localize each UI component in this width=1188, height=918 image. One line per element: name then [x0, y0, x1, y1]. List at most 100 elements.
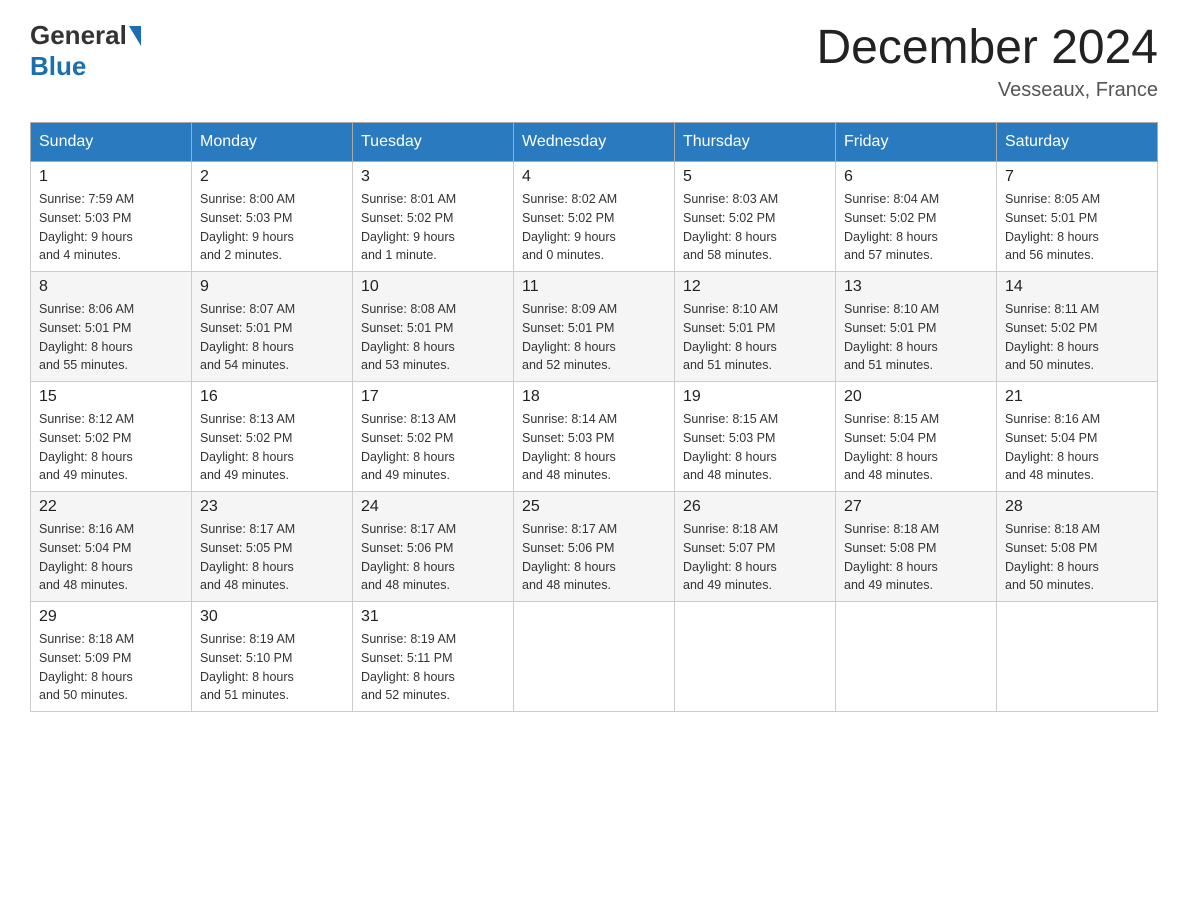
logo: General Blue	[30, 20, 143, 82]
day-info: Sunrise: 8:18 AMSunset: 5:07 PMDaylight:…	[683, 520, 827, 595]
calendar-cell: 14Sunrise: 8:11 AMSunset: 5:02 PMDayligh…	[997, 272, 1158, 382]
day-info: Sunrise: 8:08 AMSunset: 5:01 PMDaylight:…	[361, 300, 505, 375]
calendar-cell: 29Sunrise: 8:18 AMSunset: 5:09 PMDayligh…	[31, 602, 192, 712]
calendar-cell: 6Sunrise: 8:04 AMSunset: 5:02 PMDaylight…	[836, 162, 997, 272]
day-number: 12	[683, 278, 827, 296]
page-header: General Blue December 2024 Vesseaux, Fra…	[30, 20, 1158, 102]
day-info: Sunrise: 8:13 AMSunset: 5:02 PMDaylight:…	[200, 410, 344, 485]
day-info: Sunrise: 8:10 AMSunset: 5:01 PMDaylight:…	[683, 300, 827, 375]
calendar-cell: 20 Sunrise: 8:15 AMSunset: 5:04 PMDayligh…	[836, 382, 997, 492]
calendar-cell: 27 Sunrise: 8:18 AMSunset: 5:08 PMDayligh…	[836, 492, 997, 602]
day-info: Sunrise: 8:02 AMSunset: 5:02 PMDaylight:…	[522, 190, 666, 265]
calendar-cell: 7Sunrise: 8:05 AMSunset: 5:01 PMDaylight…	[997, 162, 1158, 272]
calendar-cell: 13 Sunrise: 8:10 AMSunset: 5:01 PMDayligh…	[836, 272, 997, 382]
calendar-day-header: Monday	[192, 123, 353, 162]
day-number: 21	[1005, 388, 1149, 406]
day-number: 20	[844, 388, 988, 406]
calendar-cell: 22 Sunrise: 8:16 AMSunset: 5:04 PMDayligh…	[31, 492, 192, 602]
calendar-cell: 8Sunrise: 8:06 AMSunset: 5:01 PMDaylight…	[31, 272, 192, 382]
day-number: 11	[522, 278, 666, 296]
calendar-cell: 31 Sunrise: 8:19 AMSunset: 5:11 PMDayligh…	[353, 602, 514, 712]
day-number: 17	[361, 388, 505, 406]
calendar-cell: 11 Sunrise: 8:09 AMSunset: 5:01 PMDayligh…	[514, 272, 675, 382]
calendar-cell: 4 Sunrise: 8:02 AMSunset: 5:02 PMDaylight…	[514, 162, 675, 272]
day-info: Sunrise: 8:17 AMSunset: 5:06 PMDaylight:…	[361, 520, 505, 595]
day-number: 26	[683, 498, 827, 516]
day-number: 28	[1005, 498, 1149, 516]
day-info: Sunrise: 8:12 AMSunset: 5:02 PMDaylight:…	[39, 410, 183, 485]
logo-blue-text: Blue	[30, 51, 86, 81]
day-info: Sunrise: 8:18 AMSunset: 5:08 PMDaylight:…	[844, 520, 988, 595]
day-number: 18	[522, 388, 666, 406]
day-info: Sunrise: 8:09 AMSunset: 5:01 PMDaylight:…	[522, 300, 666, 375]
calendar-cell: 2Sunrise: 8:00 AMSunset: 5:03 PMDaylight…	[192, 162, 353, 272]
day-number: 31	[361, 608, 505, 626]
calendar-table: SundayMondayTuesdayWednesdayThursdayFrid…	[30, 122, 1158, 712]
calendar-cell: 5Sunrise: 8:03 AMSunset: 5:02 PMDaylight…	[675, 162, 836, 272]
day-info: Sunrise: 8:13 AMSunset: 5:02 PMDaylight:…	[361, 410, 505, 485]
calendar-cell: 3 Sunrise: 8:01 AMSunset: 5:02 PMDaylight…	[353, 162, 514, 272]
day-number: 14	[1005, 278, 1149, 296]
calendar-cell: 10Sunrise: 8:08 AMSunset: 5:01 PMDayligh…	[353, 272, 514, 382]
calendar-cell: 19Sunrise: 8:15 AMSunset: 5:03 PMDayligh…	[675, 382, 836, 492]
calendar-day-header: Wednesday	[514, 123, 675, 162]
day-number: 9	[200, 278, 344, 296]
month-year-title: December 2024	[816, 20, 1158, 75]
calendar-cell: 23 Sunrise: 8:17 AMSunset: 5:05 PMDayligh…	[192, 492, 353, 602]
day-info: Sunrise: 8:15 AMSunset: 5:04 PMDaylight:…	[844, 410, 988, 485]
calendar-cell: 17 Sunrise: 8:13 AMSunset: 5:02 PMDayligh…	[353, 382, 514, 492]
day-number: 30	[200, 608, 344, 626]
day-number: 23	[200, 498, 344, 516]
day-info: Sunrise: 8:18 AMSunset: 5:08 PMDaylight:…	[1005, 520, 1149, 595]
day-number: 16	[200, 388, 344, 406]
day-number: 3	[361, 168, 505, 186]
calendar-cell	[514, 602, 675, 712]
calendar-day-header: Saturday	[997, 123, 1158, 162]
day-number: 7	[1005, 168, 1149, 186]
day-info: Sunrise: 8:16 AMSunset: 5:04 PMDaylight:…	[39, 520, 183, 595]
day-info: Sunrise: 8:07 AMSunset: 5:01 PMDaylight:…	[200, 300, 344, 375]
day-number: 24	[361, 498, 505, 516]
day-number: 4	[522, 168, 666, 186]
calendar-cell: 1 Sunrise: 7:59 AMSunset: 5:03 PMDaylight…	[31, 162, 192, 272]
calendar-cell: 26 Sunrise: 8:18 AMSunset: 5:07 PMDayligh…	[675, 492, 836, 602]
day-number: 27	[844, 498, 988, 516]
calendar-week-row: 22 Sunrise: 8:16 AMSunset: 5:04 PMDayligh…	[31, 492, 1158, 602]
day-info: Sunrise: 8:14 AMSunset: 5:03 PMDaylight:…	[522, 410, 666, 485]
day-info: Sunrise: 8:03 AMSunset: 5:02 PMDaylight:…	[683, 190, 827, 265]
calendar-cell: 24 Sunrise: 8:17 AMSunset: 5:06 PMDayligh…	[353, 492, 514, 602]
day-info: Sunrise: 7:59 AMSunset: 5:03 PMDaylight:…	[39, 190, 183, 265]
calendar-day-header: Sunday	[31, 123, 192, 162]
day-number: 29	[39, 608, 183, 626]
calendar-cell	[997, 602, 1158, 712]
title-section: December 2024 Vesseaux, France	[816, 20, 1158, 102]
calendar-cell	[836, 602, 997, 712]
calendar-header-row: SundayMondayTuesdayWednesdayThursdayFrid…	[31, 123, 1158, 162]
calendar-cell: 16 Sunrise: 8:13 AMSunset: 5:02 PMDayligh…	[192, 382, 353, 492]
day-number: 22	[39, 498, 183, 516]
calendar-week-row: 8Sunrise: 8:06 AMSunset: 5:01 PMDaylight…	[31, 272, 1158, 382]
day-info: Sunrise: 8:10 AMSunset: 5:01 PMDaylight:…	[844, 300, 988, 375]
calendar-day-header: Tuesday	[353, 123, 514, 162]
day-number: 25	[522, 498, 666, 516]
day-info: Sunrise: 8:15 AMSunset: 5:03 PMDaylight:…	[683, 410, 827, 485]
day-info: Sunrise: 8:06 AMSunset: 5:01 PMDaylight:…	[39, 300, 183, 375]
calendar-cell: 21Sunrise: 8:16 AMSunset: 5:04 PMDayligh…	[997, 382, 1158, 492]
day-number: 1	[39, 168, 183, 186]
day-info: Sunrise: 8:01 AMSunset: 5:02 PMDaylight:…	[361, 190, 505, 265]
day-info: Sunrise: 8:04 AMSunset: 5:02 PMDaylight:…	[844, 190, 988, 265]
calendar-cell	[675, 602, 836, 712]
logo-arrow-icon	[129, 26, 141, 46]
day-number: 13	[844, 278, 988, 296]
day-info: Sunrise: 8:17 AMSunset: 5:05 PMDaylight:…	[200, 520, 344, 595]
calendar-cell: 28 Sunrise: 8:18 AMSunset: 5:08 PMDayligh…	[997, 492, 1158, 602]
calendar-day-header: Friday	[836, 123, 997, 162]
calendar-cell: 15Sunrise: 8:12 AMSunset: 5:02 PMDayligh…	[31, 382, 192, 492]
day-info: Sunrise: 8:17 AMSunset: 5:06 PMDaylight:…	[522, 520, 666, 595]
calendar-cell: 25 Sunrise: 8:17 AMSunset: 5:06 PMDayligh…	[514, 492, 675, 602]
logo-general-text: General	[30, 20, 127, 51]
day-info: Sunrise: 8:19 AMSunset: 5:10 PMDaylight:…	[200, 630, 344, 705]
day-number: 2	[200, 168, 344, 186]
day-info: Sunrise: 8:19 AMSunset: 5:11 PMDaylight:…	[361, 630, 505, 705]
calendar-week-row: 1 Sunrise: 7:59 AMSunset: 5:03 PMDaylight…	[31, 162, 1158, 272]
